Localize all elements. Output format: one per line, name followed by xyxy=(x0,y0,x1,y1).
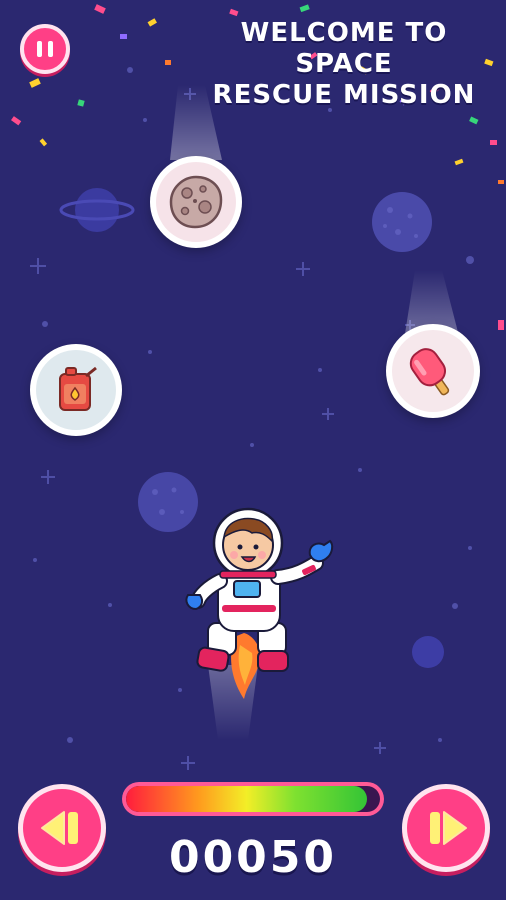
pause-button[interactable] xyxy=(20,24,70,74)
fuel-bar xyxy=(122,782,384,816)
popsicle-item[interactable] xyxy=(386,324,480,418)
play-forward-button[interactable] xyxy=(402,784,490,872)
planet-small xyxy=(412,636,444,668)
fuel-bar-fill xyxy=(126,786,368,812)
title-line-2: RESCUE MISSION xyxy=(212,80,476,110)
asteroid-item[interactable] xyxy=(150,156,242,248)
astronaut-player xyxy=(185,507,334,699)
score-counter: 00050 xyxy=(168,832,338,883)
rewind-icon xyxy=(41,811,78,845)
planet-dotted xyxy=(372,192,432,252)
title-line-1: WELCOME TO SPACE xyxy=(240,18,448,79)
pause-icon xyxy=(37,41,53,57)
rewind-button[interactable] xyxy=(18,784,106,872)
play-forward-icon xyxy=(430,811,467,845)
space-background xyxy=(0,0,506,900)
game-title: WELCOME TO SPACE RESCUE MISSION xyxy=(194,18,494,111)
fuel-can-item[interactable] xyxy=(30,344,122,436)
astronaut-icon xyxy=(185,507,334,699)
fuel-bar-track xyxy=(126,786,380,812)
asteroid-icon xyxy=(169,175,223,229)
popsicle-icon xyxy=(409,348,450,396)
game-screen: WELCOME TO SPACE RESCUE MISSION 00050 xyxy=(0,0,506,900)
fuel-can-icon xyxy=(59,366,97,411)
